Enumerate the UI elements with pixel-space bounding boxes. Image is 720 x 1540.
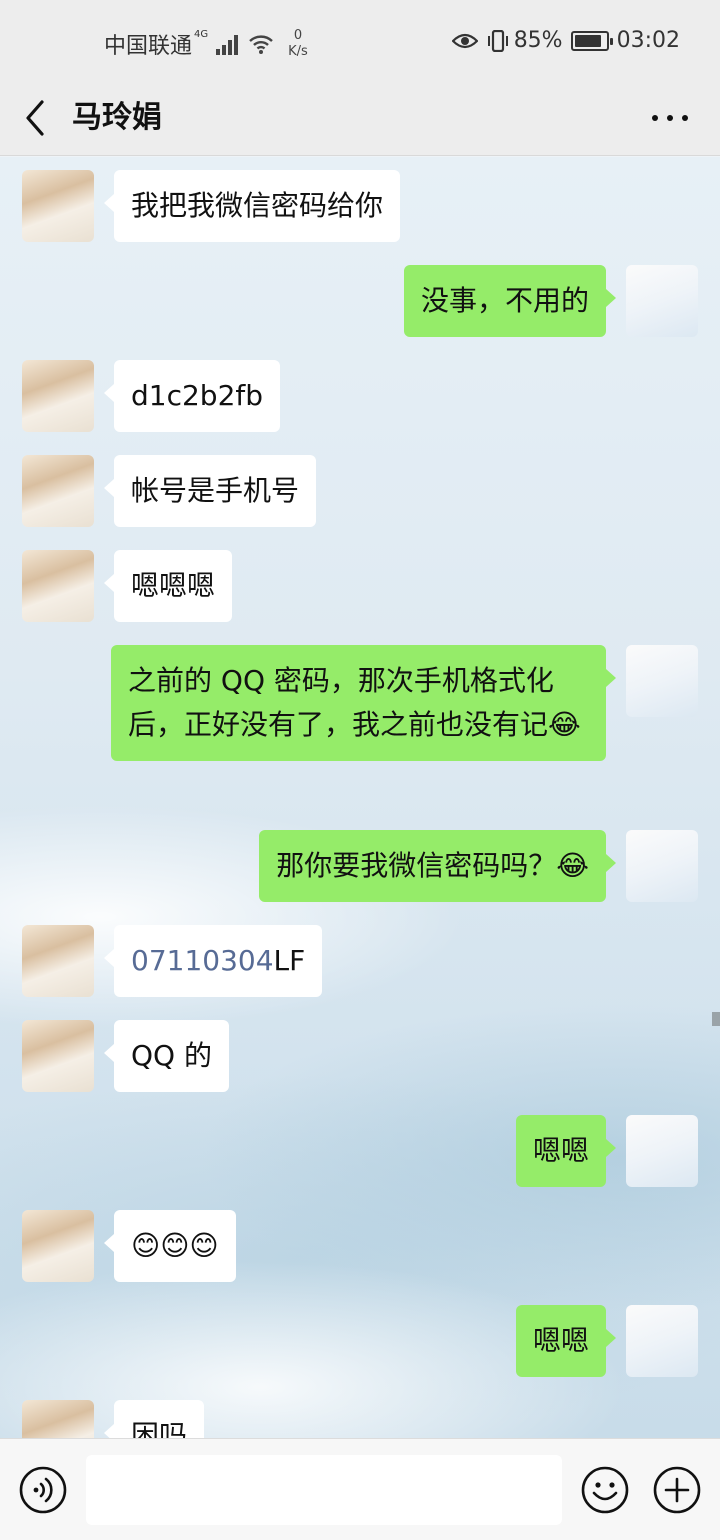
contact-avatar[interactable] [22, 360, 94, 432]
message-bubble[interactable]: 没事，不用的 [403, 265, 617, 337]
message-row: 嗯嗯 [0, 1305, 720, 1379]
message-row: 我把我微信密码给你 [0, 170, 720, 244]
message-text: 帐号是手机号 [131, 474, 300, 507]
message-text: 嗯嗯嗯 [131, 569, 216, 602]
speed-unit: K/s [288, 44, 308, 59]
my-avatar[interactable] [626, 1305, 698, 1377]
chat-title: 马玲娟 [72, 100, 162, 135]
message-text: LF [273, 944, 306, 977]
message-text: 没事，不用的 [420, 284, 589, 317]
contact-avatar[interactable] [22, 455, 94, 527]
voice-icon[interactable] [18, 1465, 68, 1515]
message-text: d1c2b2fb [131, 379, 264, 412]
status-bar: 中国联通 4G 0 K/s 85% 03:02 [0, 0, 720, 80]
message-text: 😊😊😊 [131, 1229, 219, 1262]
clock: 03:02 [616, 28, 680, 53]
my-avatar[interactable] [626, 645, 698, 717]
message-row: 嗯嗯嗯 [0, 550, 720, 624]
message-bubble[interactable]: 😊😊😊 [104, 1210, 236, 1282]
message-bubble[interactable]: d1c2b2fb [103, 360, 281, 432]
status-left: 中国联通 4G 0 K/s [104, 28, 308, 60]
network-type: 4G [194, 28, 209, 40]
message-bubble[interactable]: 嗯嗯 [515, 1305, 617, 1377]
message-bubble[interactable]: 帐号是手机号 [103, 455, 317, 527]
network-speed: 0 K/s [288, 28, 308, 60]
message-text: 之前的 QQ 密码，那次手机格式化后，正好没有了，我之前也没有记😂 [128, 664, 581, 741]
message-text: 那你要我微信密码吗？😂 [276, 849, 589, 882]
message-row: QQ 的 [0, 1020, 720, 1094]
speed-value: 0 [293, 28, 303, 43]
message-text: 我把我微信密码给你 [131, 189, 384, 222]
message-input[interactable] [86, 1455, 562, 1525]
carrier-name: 中国联通 [104, 34, 193, 59]
my-avatar[interactable] [626, 1115, 698, 1187]
plus-icon[interactable] [652, 1465, 702, 1515]
message-text: 困吗 [131, 1419, 188, 1438]
message-text: QQ 的 [131, 1039, 212, 1072]
message-row: 嗯嗯 [0, 1115, 720, 1189]
message-text: 嗯嗯 [532, 1324, 589, 1357]
message-row: 😊😊😊 [0, 1210, 720, 1284]
message-row: 那你要我微信密码吗？😂 [0, 830, 720, 904]
contact-avatar[interactable] [22, 550, 94, 622]
eye-icon [451, 33, 478, 48]
message-text: 嗯嗯 [532, 1134, 589, 1167]
message-row: d1c2b2fb [0, 360, 720, 434]
message-bubble[interactable]: 嗯嗯嗯 [103, 550, 233, 622]
contact-avatar[interactable] [22, 925, 94, 997]
my-avatar[interactable] [626, 830, 698, 902]
message-bubble[interactable]: 我把我微信密码给你 [103, 170, 401, 242]
message-bubble[interactable]: 嗯嗯 [515, 1115, 617, 1187]
message-row: 没事，不用的 [0, 265, 720, 339]
input-bar [0, 1438, 720, 1540]
battery-icon [570, 30, 613, 51]
vibrate-icon [487, 29, 508, 52]
contact-avatar[interactable] [22, 1400, 94, 1438]
message-row: 困吗 [0, 1400, 720, 1438]
my-avatar[interactable] [626, 265, 698, 337]
contact-avatar[interactable] [22, 1020, 94, 1092]
battery-percent: 85% [513, 28, 563, 53]
message-bubble[interactable]: QQ 的 [104, 1020, 229, 1092]
wifi-icon [249, 35, 273, 54]
contact-avatar[interactable] [22, 1210, 94, 1282]
status-right: 85% 03:02 [451, 28, 680, 53]
message-row: 07110304LF [0, 925, 720, 999]
signal-icon [214, 33, 239, 55]
scroll-indicator[interactable] [712, 1012, 720, 1026]
phone-number-link[interactable]: 07110304 [131, 944, 274, 977]
back-arrow-icon[interactable] [20, 96, 50, 140]
chat-history[interactable]: 我把我微信密码给你 没事，不用的 d1c2b2fb 帐号是手机号 嗯嗯嗯 之前的… [0, 157, 720, 1438]
chat-header: 马玲娟 [0, 80, 720, 156]
more-options-icon[interactable] [652, 106, 688, 130]
message-row: 之前的 QQ 密码，那次手机格式化后，正好没有了，我之前也没有记😂 [0, 645, 720, 809]
message-row: 帐号是手机号 [0, 455, 720, 529]
message-bubble[interactable]: 07110304LF [103, 925, 323, 997]
message-bubble[interactable]: 之前的 QQ 密码，那次手机格式化后，正好没有了，我之前也没有记😂 [111, 645, 616, 761]
message-bubble[interactable]: 困吗 [103, 1400, 205, 1438]
emoji-icon[interactable] [580, 1465, 630, 1515]
contact-avatar[interactable] [22, 170, 94, 242]
message-bubble[interactable]: 那你要我微信密码吗？😂 [259, 830, 616, 902]
